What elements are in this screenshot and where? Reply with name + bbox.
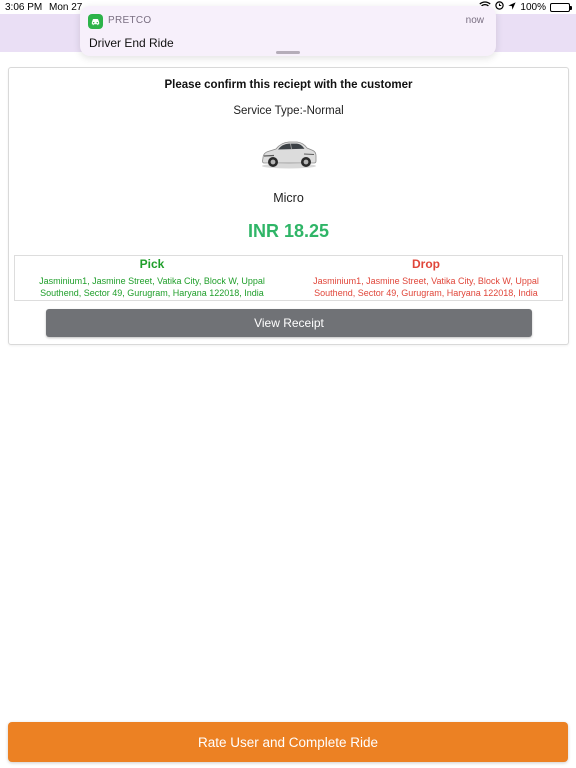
drop-address: Jasminium1, Jasmine Street, Vatika City,… — [313, 276, 539, 298]
car-icon — [88, 14, 103, 29]
fare-amount: INR 18.25 — [247, 221, 330, 241]
view-receipt-button[interactable]: View Receipt — [46, 309, 532, 337]
notification-app-name: PRETCO — [108, 15, 152, 26]
car-image — [262, 141, 317, 169]
screen-lock-icon — [495, 1, 505, 13]
notification-body: Driver End Ride — [89, 36, 174, 50]
car-category: Micro — [273, 191, 304, 205]
receipt-card: Please confirm this reciept with the cus… — [8, 67, 569, 345]
battery-percent: 100% — [520, 1, 546, 13]
location-icon — [508, 1, 517, 13]
drop-location: Drop Jasminium1, Jasmine Street, Vatika … — [289, 256, 563, 300]
pickup-location: Pick Jasminium1, Jasmine Street, Vatika … — [15, 256, 289, 300]
status-time: 3:06 PM — [5, 2, 43, 13]
pickup-title: Pick — [139, 257, 165, 271]
service-type: Service Type:-Normal — [233, 105, 344, 117]
pickup-drop-section: Pick Jasminium1, Jasmine Street, Vatika … — [14, 255, 563, 301]
battery-icon — [550, 2, 572, 12]
rate-and-complete-ride-button[interactable]: Rate User and Complete Ride — [8, 722, 568, 762]
status-date: Mon 27 — [49, 2, 83, 13]
notification-time: now — [465, 15, 484, 26]
drop-title: Drop — [412, 257, 440, 271]
confirm-receipt-heading: Please confirm this reciept with the cus… — [164, 79, 413, 91]
notification-banner[interactable]: PRETCO now Driver End Ride — [80, 6, 496, 56]
notification-drag-handle[interactable] — [276, 51, 300, 54]
pickup-address: Jasminium1, Jasmine Street, Vatika City,… — [39, 276, 265, 298]
